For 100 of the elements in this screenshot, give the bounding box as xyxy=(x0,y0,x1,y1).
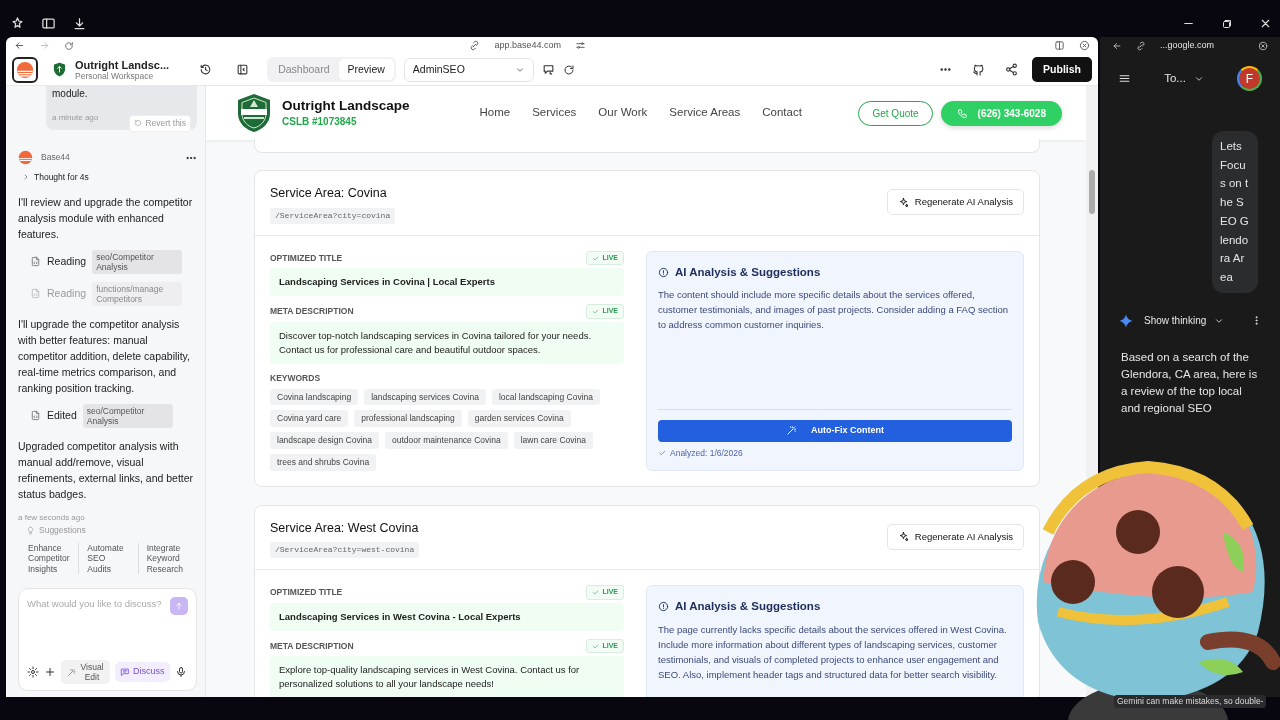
message-text: I'll upgrade the competitor analysis with better features: manual competitor addition, delete capability, real-time metrics comparison, and ranking position tracking. xyxy=(18,316,191,396)
settings-icon[interactable] xyxy=(575,40,586,51)
suggestions-label: Suggestions xyxy=(39,523,86,537)
shield-logo-icon xyxy=(52,62,67,77)
check-icon xyxy=(592,308,600,315)
github-icon[interactable] xyxy=(972,63,986,76)
check-icon xyxy=(592,254,600,262)
discuss-button[interactable]: Discuss xyxy=(115,662,170,682)
auto-fix-button[interactable]: Auto-Fix Content xyxy=(658,419,1012,442)
info-icon xyxy=(658,601,669,613)
suggestion-chip[interactable]: Integrate Keyword Research xyxy=(137,542,197,574)
timestamp: a minute ago xyxy=(52,112,99,124)
analyzed-date: Analyzed: 1/6/2026 xyxy=(670,446,743,460)
file-code-icon xyxy=(30,288,41,300)
history-icon[interactable] xyxy=(199,63,213,76)
action-label: Edited xyxy=(47,407,77,423)
suggestion-chip[interactable]: Enhance Competitor Insights xyxy=(18,542,79,574)
nav-link[interactable]: Service Areas xyxy=(669,104,741,122)
file-code-icon xyxy=(30,410,41,422)
back-icon[interactable] xyxy=(1112,40,1122,51)
url-path: /ServiceArea?city=covina xyxy=(270,207,396,224)
keyword-tag: outdoor maintenance Covina xyxy=(385,432,508,449)
project-name[interactable]: Outright Landsc... xyxy=(75,58,170,71)
field-label: OPTIMIZED TITLE xyxy=(270,251,343,265)
back-icon[interactable] xyxy=(14,40,25,51)
url-path: /ServiceArea?city=west-covina xyxy=(270,542,420,559)
check-icon xyxy=(658,449,666,458)
field-value[interactable]: Explore top-quality landscaping services in West Covina. Contact us for personalized solutions to all your landscape needs! xyxy=(270,656,624,697)
action-label: Reading xyxy=(47,253,87,269)
link-icon[interactable] xyxy=(1136,40,1146,51)
response-text: Based on a search of the Glendora, CA area, here is a review of the top local and regional SEO xyxy=(1120,349,1259,416)
field-label: KEYWORDS xyxy=(270,371,322,385)
suggestion-chip[interactable]: Automate SEO Audits xyxy=(78,542,138,574)
download-icon[interactable] xyxy=(72,16,87,31)
keyword-tag: Covina landscaping xyxy=(270,388,359,406)
plus-icon[interactable] xyxy=(44,666,56,678)
field-label: META DESCRIPTION xyxy=(270,305,354,318)
view-tab[interactable]: Preview xyxy=(338,58,394,81)
site-name[interactable]: Outright Landscape xyxy=(282,97,410,114)
sidebar-icon[interactable] xyxy=(41,16,56,31)
analysis-text: The page currently lacks specific details about the services offered in West Covina. Include more information about different types of landscaping services, customer testimonials, and visuals of completed projects to enhance user engagement and SEO. Also, implement header tags and structured data for better search visibility. xyxy=(658,622,1008,682)
workspace-label: Personal Workspace xyxy=(75,70,155,81)
menu-icon[interactable] xyxy=(1118,72,1131,85)
user-message: Lets Focus on the SEO Glendora Area xyxy=(1212,131,1258,293)
keyword-tag: professional landscaping xyxy=(354,410,462,427)
keyword-tag: landscape design Covina xyxy=(270,432,379,449)
message-text: I'll review and upgrade the competitor analysis module with enhanced features. xyxy=(18,194,194,242)
regenerate-button[interactable]: Regenerate AI Analysis xyxy=(886,189,1024,216)
disclaimer-text: Gemini can make mistakes, so double- xyxy=(1114,695,1267,708)
sender-name: Base44 xyxy=(41,151,70,164)
license-number: CSLB #1073845 xyxy=(282,114,358,129)
company-logo-icon[interactable] xyxy=(236,93,272,133)
check-icon xyxy=(592,642,600,650)
file-path[interactable]: seo/Competitor Analysis xyxy=(92,249,183,274)
keyword-tag: lawn care Covina xyxy=(513,432,593,449)
nav-link[interactable]: Contact xyxy=(762,104,802,122)
keyword-tag: landscaping services Covina xyxy=(364,388,486,406)
field-value[interactable]: Discover top-notch landscaping services in Covina tailored for your needs. Contact us for professional care and beautiful outdoor spaces. xyxy=(270,321,624,364)
file-path[interactable]: seo/Competitor Analysis xyxy=(82,403,173,428)
chat-input[interactable]: What would you like to discuss? Visual Edit Discuss xyxy=(18,588,197,691)
reload-icon[interactable] xyxy=(64,40,74,51)
close-icon[interactable] xyxy=(1259,17,1272,30)
nav-link[interactable]: Services xyxy=(532,104,577,122)
thought-toggle[interactable]: Thought for 4s xyxy=(22,171,197,184)
scrollbar-thumb[interactable] xyxy=(1089,170,1095,214)
share-icon[interactable] xyxy=(1005,63,1019,76)
wand-icon xyxy=(67,667,76,677)
settings-icon[interactable] xyxy=(27,666,39,678)
field-value[interactable]: Landscaping Services in West Covina - Local Experts xyxy=(270,602,624,631)
message-text: module. xyxy=(52,87,89,101)
chevron-icon xyxy=(22,173,30,182)
file-code-icon xyxy=(30,256,41,268)
split-view-icon[interactable] xyxy=(1054,40,1065,51)
chat-monitor-icon[interactable] xyxy=(541,63,555,76)
nav-link[interactable]: Home xyxy=(479,104,511,122)
app-logo[interactable] xyxy=(12,56,38,83)
card-title: Service Area: West Covina xyxy=(270,519,420,537)
restore-icon[interactable] xyxy=(1221,17,1233,30)
field-value[interactable]: Landscaping Services in Covina | Local Experts xyxy=(270,268,624,297)
page-select[interactable]: AdminSEO xyxy=(403,57,534,82)
publish-button[interactable]: Publish xyxy=(1032,56,1092,83)
regenerate-button[interactable]: Regenerate AI Analysis xyxy=(886,523,1024,550)
url-text[interactable]: app.base44.com xyxy=(494,38,561,53)
nav-link[interactable]: Our Work xyxy=(598,104,648,122)
link-icon[interactable] xyxy=(469,40,481,51)
panel-title: AI Analysis & Suggestions xyxy=(675,599,821,615)
lightbulb-icon xyxy=(26,525,35,535)
panel-toggle-icon[interactable] xyxy=(236,63,250,76)
visual-edit-button[interactable]: Visual Edit xyxy=(61,660,110,684)
check-icon xyxy=(592,589,600,596)
user-avatar[interactable]: F xyxy=(1237,66,1262,91)
phone-icon xyxy=(956,107,968,119)
keyword-tag: local landscaping Covina xyxy=(491,388,600,406)
show-thinking-toggle[interactable]: Show thinking xyxy=(1144,313,1225,329)
wand-icon xyxy=(786,425,797,437)
microphone-icon[interactable] xyxy=(174,666,187,678)
message-text: Upgraded competitor analysis with manual add/remove, visual refinements, external links, and better status badges. xyxy=(18,438,195,502)
chat-title[interactable]: To... xyxy=(1164,69,1204,88)
refresh-icon[interactable] xyxy=(562,63,575,76)
url-text[interactable]: ...google.com xyxy=(1160,38,1215,53)
